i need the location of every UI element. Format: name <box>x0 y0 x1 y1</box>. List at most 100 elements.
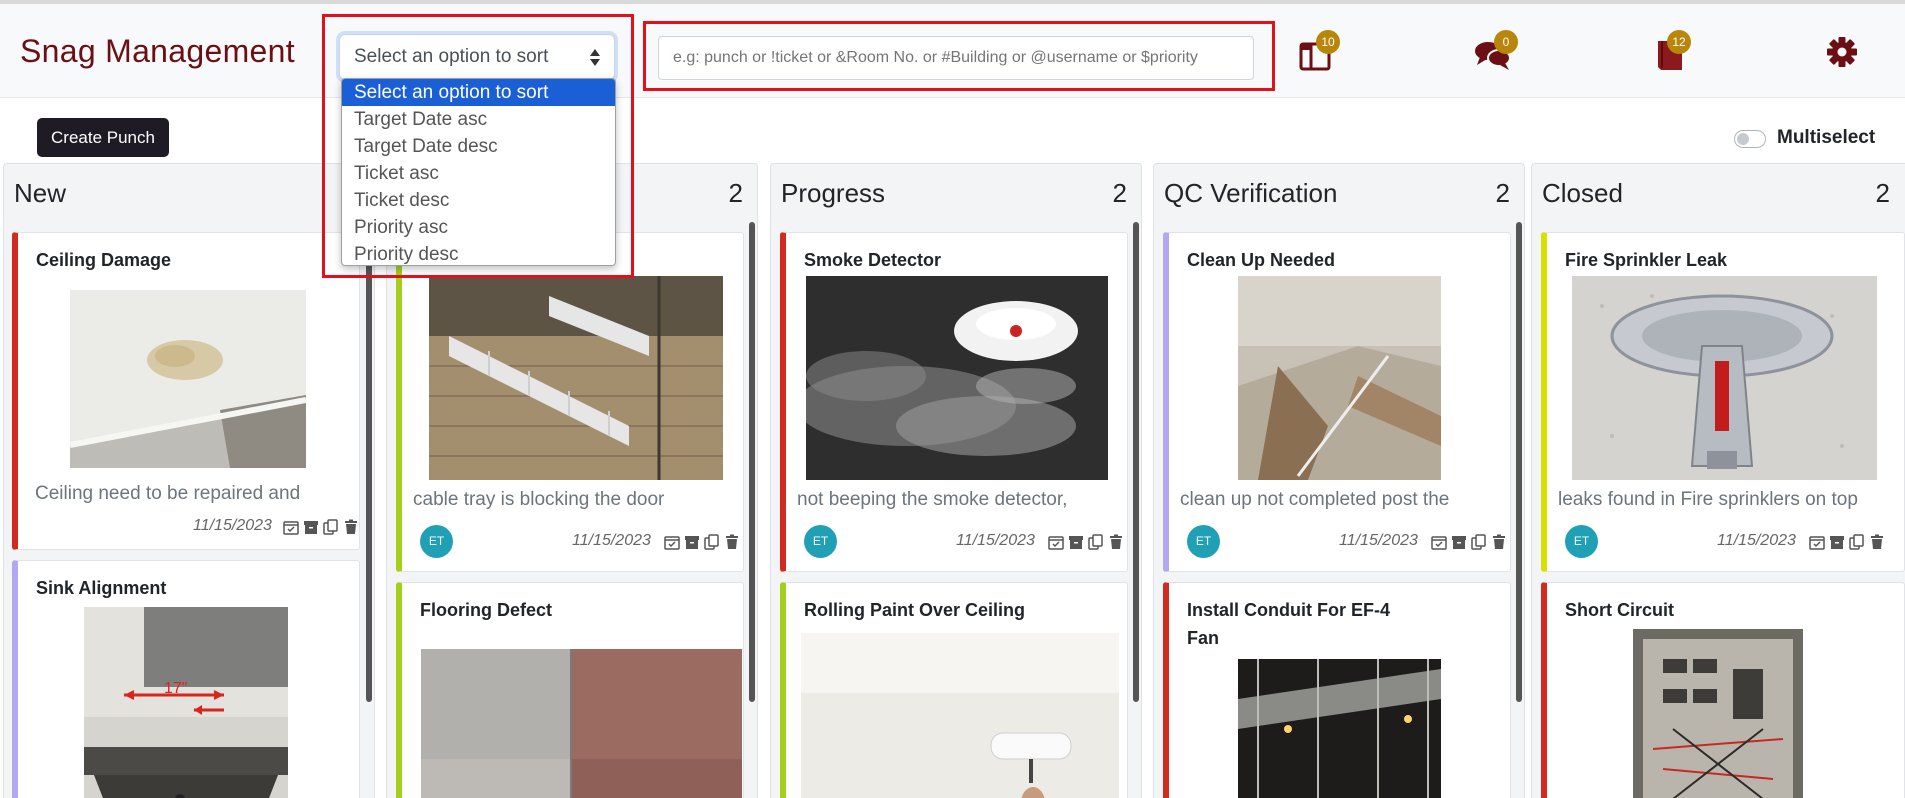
card-image <box>429 276 723 480</box>
boards-button[interactable]: 10 <box>1298 30 1340 72</box>
sort-option[interactable]: Priority asc <box>342 214 615 241</box>
card-image <box>806 276 1108 480</box>
column-title: QC Verification <box>1164 178 1338 208</box>
column-closed: Closed 2 Fire Sprinkler Leak leaks found… <box>1531 163 1905 798</box>
assignee-avatar[interactable]: ET <box>1187 525 1220 558</box>
assignee-avatar[interactable]: ET <box>420 525 453 558</box>
column-scrollbar[interactable] <box>749 222 755 702</box>
punch-card[interactable]: cable tray is blocking the door ET 11/15… <box>396 232 744 572</box>
column-count: 2 <box>1495 178 1510 208</box>
archive-icon[interactable] <box>1451 534 1467 550</box>
punch-card[interactable]: Ceiling Damage Ceiling need to be repair… <box>12 232 360 550</box>
column-title: Closed <box>1542 178 1623 208</box>
settings-button[interactable] <box>1826 36 1860 70</box>
card-description: clean up not completed post the <box>1180 489 1450 510</box>
gear-icon <box>1827 37 1857 67</box>
archive-icon[interactable] <box>684 534 700 550</box>
card-image <box>1238 659 1441 798</box>
calendar-check-icon[interactable] <box>1809 534 1825 550</box>
punch-card[interactable]: Fire Sprinkler Leak leaks found in Fire … <box>1541 232 1905 572</box>
card-title: Short Circuit <box>1565 600 1675 620</box>
trash-icon[interactable] <box>343 519 359 535</box>
copy-icon[interactable] <box>1471 534 1487 550</box>
card-description: not beeping the smoke detector, <box>797 489 1068 510</box>
card-actions <box>283 519 359 535</box>
card-image <box>1238 276 1441 480</box>
punch-card[interactable]: Flooring Defect <box>396 582 744 798</box>
punch-card[interactable]: Clean Up Needed clean up not completed p… <box>1163 232 1511 572</box>
copy-icon[interactable] <box>1849 534 1865 550</box>
card-actions <box>664 534 740 550</box>
copy-icon[interactable] <box>1088 534 1104 550</box>
card-image <box>70 290 306 468</box>
card-image: 17" <box>84 607 288 798</box>
search-input[interactable] <box>658 36 1254 80</box>
app-header: Snag Management Select an option to sort… <box>0 4 1905 98</box>
trash-icon[interactable] <box>724 534 740 550</box>
reports-badge: 12 <box>1667 30 1691 54</box>
column-scrollbar[interactable] <box>1133 222 1139 702</box>
sort-option[interactable]: Target Date asc <box>342 106 615 133</box>
column-scrollbar[interactable] <box>1516 222 1522 702</box>
column-scrollbar[interactable] <box>366 222 372 702</box>
assignee-avatar[interactable]: ET <box>1565 525 1598 558</box>
column-progress: Progress 2 Smoke Detector not beeping th… <box>770 163 1142 798</box>
copy-icon[interactable] <box>323 519 339 535</box>
create-punch-button[interactable]: Create Punch <box>37 118 169 157</box>
messages-badge: 0 <box>1494 30 1518 54</box>
reports-button[interactable]: 12 <box>1655 30 1691 72</box>
calendar-check-icon[interactable] <box>664 534 680 550</box>
column-qc-verification: QC Verification 2 Clean Up Needed clean … <box>1153 163 1525 798</box>
assignee-avatar[interactable]: ET <box>804 525 837 558</box>
multiselect-toggle[interactable] <box>1734 130 1766 148</box>
card-actions <box>1809 534 1885 550</box>
card-description: Ceiling need to be repaired and <box>35 483 301 504</box>
card-description: cable tray is blocking the door <box>413 489 665 510</box>
column-title: Progress <box>781 178 886 208</box>
card-title: Fire Sprinkler Leak <box>1565 250 1728 270</box>
card-actions <box>1048 534 1124 550</box>
copy-icon[interactable] <box>704 534 720 550</box>
column-title: New <box>14 178 67 208</box>
messages-button[interactable]: 0 <box>1474 30 1518 72</box>
card-image <box>1572 276 1877 480</box>
card-image <box>421 649 742 798</box>
sort-option[interactable]: Select an option to sort <box>342 79 615 106</box>
card-description: leaks found in Fire sprinklers on top <box>1558 489 1858 510</box>
boards-badge: 10 <box>1316 30 1340 54</box>
archive-icon[interactable] <box>1068 534 1084 550</box>
card-date: 11/15/2023 <box>1339 532 1418 549</box>
punch-card[interactable]: Short Circuit <box>1541 582 1905 798</box>
sort-select[interactable]: Select an option to sort <box>339 34 615 80</box>
sort-option[interactable]: Target Date desc <box>342 133 615 160</box>
sort-options-list: Select an option to sort Target Date asc… <box>341 78 616 266</box>
punch-card[interactable]: Smoke Detector not beeping the smoke det… <box>780 232 1128 572</box>
punch-card[interactable]: Rolling Paint Over Ceiling <box>780 582 1128 798</box>
card-title: Rolling Paint Over Ceiling <box>804 600 1026 620</box>
sort-option[interactable]: Ticket desc <box>342 187 615 214</box>
card-actions <box>1431 534 1507 550</box>
card-image <box>801 633 1119 798</box>
card-image <box>1633 629 1803 798</box>
punch-card[interactable]: Install Conduit For EF-4 Fan <box>1163 582 1511 798</box>
punch-card[interactable]: Sink Alignment 17" <box>12 560 360 798</box>
archive-icon[interactable] <box>303 519 319 535</box>
card-title: Flooring Defect <box>420 600 553 620</box>
sort-option[interactable]: Priority desc <box>342 241 615 265</box>
card-title: Smoke Detector <box>804 250 942 270</box>
card-date: 11/15/2023 <box>572 532 651 549</box>
column-new: New Ceiling Damage Ceiling need to be re… <box>3 163 375 798</box>
card-date: 11/15/2023 <box>193 517 272 534</box>
sort-select-value: Select an option to sort <box>354 46 549 67</box>
calendar-check-icon[interactable] <box>1431 534 1447 550</box>
column-count: 2 <box>1875 178 1890 208</box>
card-title: Ceiling Damage <box>36 250 172 270</box>
archive-icon[interactable] <box>1829 534 1845 550</box>
calendar-check-icon[interactable] <box>283 519 299 535</box>
trash-icon[interactable] <box>1108 534 1124 550</box>
card-date: 11/15/2023 <box>1717 532 1796 549</box>
calendar-check-icon[interactable] <box>1048 534 1064 550</box>
trash-icon[interactable] <box>1491 534 1507 550</box>
trash-icon[interactable] <box>1869 534 1885 550</box>
sort-option[interactable]: Ticket asc <box>342 160 615 187</box>
